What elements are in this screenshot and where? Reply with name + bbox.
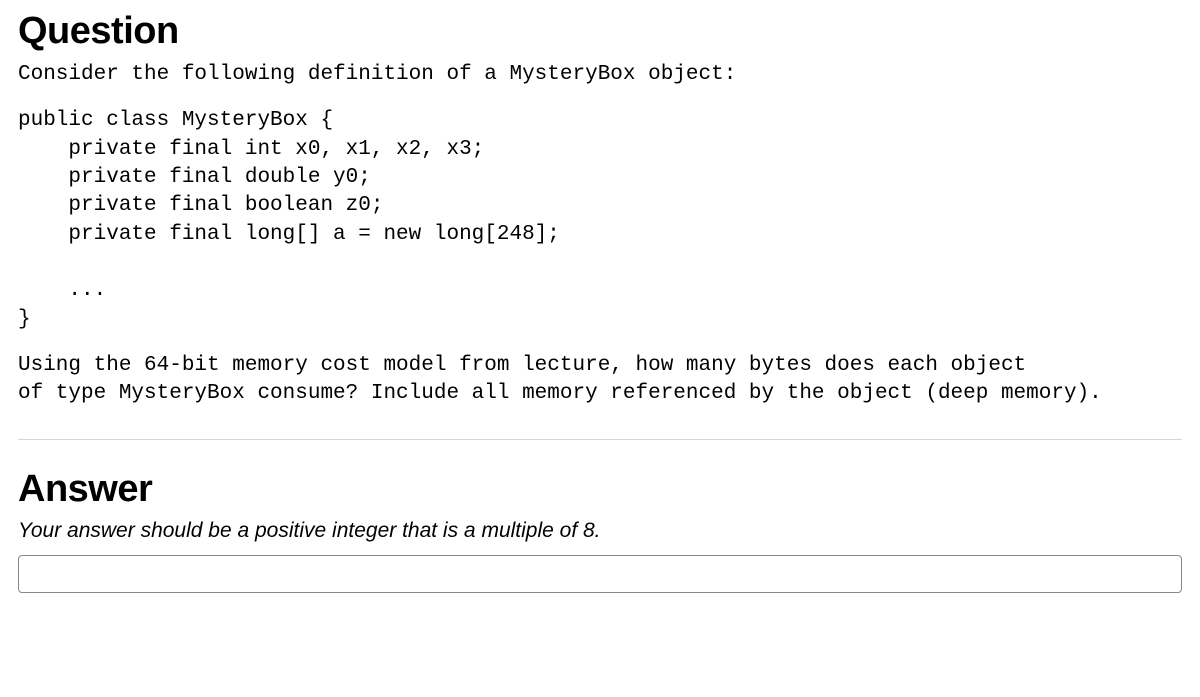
answer-heading: Answer [18, 468, 1182, 511]
question-prompt: Using the 64-bit memory cost model from … [18, 352, 1182, 409]
page-container: Question Consider the following definiti… [0, 0, 1200, 613]
question-heading: Question [18, 10, 1182, 53]
question-intro: Consider the following definition of a M… [18, 61, 1182, 89]
code-block: public class MysteryBox { private final … [18, 107, 1182, 334]
answer-input[interactable] [18, 555, 1182, 593]
answer-hint: Your answer should be a positive integer… [18, 519, 1182, 543]
divider [18, 439, 1182, 440]
